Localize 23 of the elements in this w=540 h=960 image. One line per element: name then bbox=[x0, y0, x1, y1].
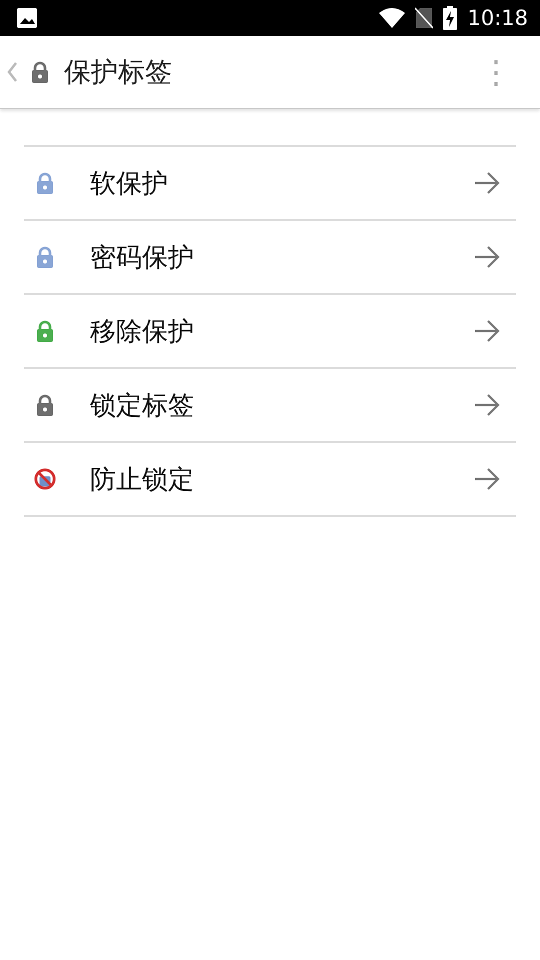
image-icon bbox=[16, 7, 38, 29]
list-item[interactable]: 锁定标签 bbox=[24, 369, 516, 443]
item-label: 软保护 bbox=[90, 168, 169, 200]
list-item[interactable]: 移除保护 bbox=[24, 295, 516, 369]
no-sim-icon bbox=[415, 7, 434, 29]
item-label: 密码保护 bbox=[90, 242, 195, 274]
list-item[interactable]: 软保护 bbox=[24, 147, 516, 221]
arrow-right-icon bbox=[474, 246, 500, 268]
arrow-right-icon bbox=[474, 320, 500, 342]
lock-icon bbox=[30, 61, 50, 83]
page-title: 保护标签 bbox=[64, 56, 173, 90]
list-item[interactable]: 防止锁定 bbox=[24, 443, 516, 517]
item-label: 防止锁定 bbox=[90, 464, 195, 496]
back-icon[interactable] bbox=[6, 62, 18, 82]
arrow-right-icon bbox=[474, 468, 500, 490]
battery-charging-icon bbox=[443, 6, 458, 30]
status-time: 10:18 bbox=[467, 6, 528, 30]
arrow-right-icon bbox=[474, 172, 500, 194]
item-label: 锁定标签 bbox=[90, 390, 195, 422]
wifi-icon bbox=[379, 8, 406, 28]
item-label: 移除保护 bbox=[90, 316, 195, 348]
arrow-right-icon bbox=[474, 394, 500, 416]
list-item[interactable]: 密码保护 bbox=[24, 221, 516, 295]
